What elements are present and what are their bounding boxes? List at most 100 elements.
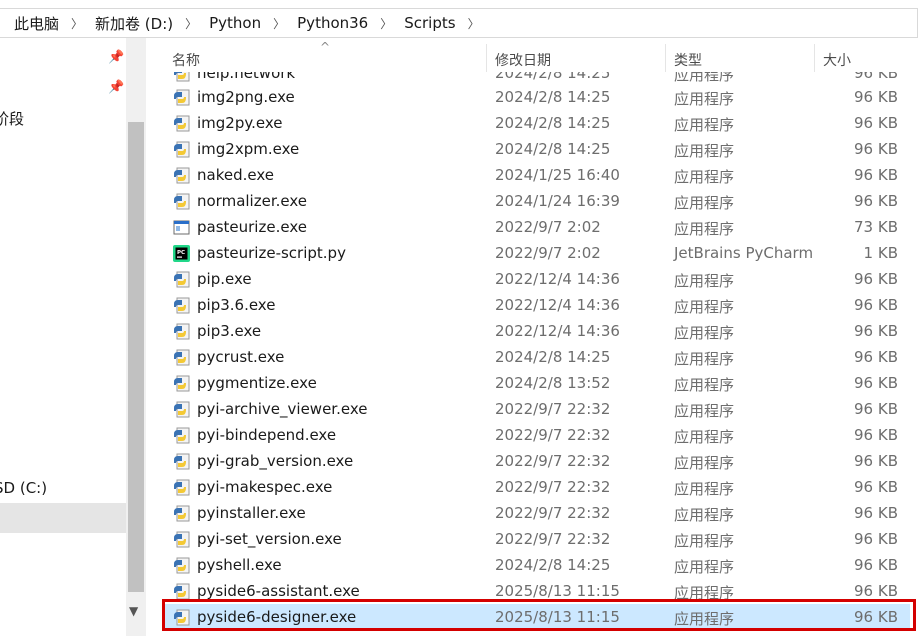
file-row-selected[interactable]: pyside6-designer.exe 2025/8/13 11:15 应用程序 9…	[164, 604, 910, 630]
file-row[interactable]: pyi-bindepend.exe 2022/9/7 22:32 应用程序 96 KB	[164, 422, 910, 448]
python-exe-icon	[173, 557, 190, 574]
file-type: 应用程序	[674, 584, 735, 602]
column-name[interactable]: 名称	[172, 50, 200, 70]
column-size[interactable]: 大小	[823, 50, 851, 70]
file-name: help.network	[197, 72, 296, 82]
file-size: 96 KB	[854, 530, 898, 548]
file-date: 2022/12/4 14:36	[495, 270, 620, 288]
file-row[interactable]: pyi-grab_version.exe 2022/9/7 22:32 应用程序 96…	[164, 448, 910, 474]
window-exe-icon	[173, 219, 190, 236]
file-size: 96 KB	[854, 582, 898, 600]
file-row[interactable]: pycrust.exe 2024/2/8 14:25 应用程序 96 KB	[164, 344, 910, 370]
column-header: ^ 名称 修改日期 类型 大小	[160, 40, 918, 72]
breadcrumb: 此电脑〉新加卷 (D:) 〉 Python 〉 Python36 〉 Scripts 〉	[0, 8, 918, 38]
file-row[interactable]: img2png.exe 2024/2/8 14:25 应用程序 96 KB	[164, 84, 910, 110]
file-row[interactable]: normalizer.exe 2024/1/24 16:39 应用程序 96 KB	[164, 188, 910, 214]
column-divider[interactable]	[486, 44, 487, 72]
file-type: 应用程序	[674, 220, 735, 238]
file-row[interactable]: img2py.exe 2024/2/8 14:25 应用程序 96 KB	[164, 110, 910, 136]
file-size: 96 KB	[854, 478, 898, 496]
column-divider[interactable]	[665, 44, 666, 72]
nav-scrollbar[interactable]: ▼	[126, 38, 146, 636]
file-type: 应用程序	[674, 168, 735, 186]
nav-scrollbar-thumb[interactable]	[128, 122, 144, 592]
file-row[interactable]: pyshell.exe 2024/2/8 14:25 应用程序 96 KB	[164, 552, 910, 578]
python-exe-icon	[173, 583, 190, 600]
file-type: 应用程序	[674, 90, 735, 108]
file-row[interactable]: pyside6-assistant.exe 2025/8/13 11:15 应用程序…	[164, 578, 910, 604]
file-size: 96 KB	[854, 296, 898, 314]
file-size: 96 KB	[854, 88, 898, 106]
python-exe-icon	[173, 297, 190, 314]
python-exe-icon	[173, 427, 190, 444]
file-date: 2022/9/7 22:32	[495, 504, 611, 522]
python-exe-icon	[173, 505, 190, 522]
file-list: help.network 2024/2/8 14:25 应用程序 96 KB img2p…	[164, 72, 918, 636]
file-date: 2024/2/8 14:25	[495, 140, 611, 158]
file-row[interactable]: pyi-set_version.exe 2022/9/7 22:32 应用程序 96 …	[164, 526, 910, 552]
file-row[interactable]: pyi-archive_viewer.exe 2022/9/7 22:32 应用程序…	[164, 396, 910, 422]
chevron-right-icon[interactable]: 〉	[458, 15, 490, 32]
pin-icon[interactable]: 📌	[108, 80, 124, 95]
file-type: 应用程序	[674, 324, 735, 342]
file-type: 应用程序	[674, 454, 735, 472]
breadcrumb-item[interactable]: Python36	[295, 14, 370, 32]
file-size: 96 KB	[854, 504, 898, 522]
chevron-right-icon[interactable]: 〉	[370, 15, 402, 32]
breadcrumb-item[interactable]: Python	[207, 14, 263, 32]
file-name: pyi-archive_viewer.exe	[197, 400, 368, 418]
file-type: 应用程序	[674, 532, 735, 550]
file-date: 2024/2/8 14:25	[495, 72, 611, 82]
breadcrumb-item[interactable]: Scripts	[402, 14, 457, 32]
file-name: pasteurize-script.py	[197, 244, 346, 262]
file-row[interactable]: pyinstaller.exe 2022/9/7 22:32 应用程序 96 KB	[164, 500, 910, 526]
file-row[interactable]: pasteurize.exe 2022/9/7 2:02 应用程序 73 KB	[164, 214, 910, 240]
python-exe-icon	[173, 453, 190, 470]
breadcrumb-item[interactable]: 新加卷 (D:)	[93, 13, 175, 34]
file-row[interactable]: img2xpm.exe 2024/2/8 14:25 应用程序 96 KB	[164, 136, 910, 162]
file-date: 2024/1/24 16:39	[495, 192, 620, 210]
file-date: 2024/2/8 14:25	[495, 556, 611, 574]
file-size: 96 KB	[854, 374, 898, 392]
file-size: 1 KB	[863, 244, 898, 262]
python-exe-icon	[173, 531, 190, 548]
column-divider[interactable]	[814, 44, 815, 72]
file-type: 应用程序	[674, 428, 735, 446]
pin-icon[interactable]: 📌	[108, 50, 124, 65]
file-name: pyi-makespec.exe	[197, 478, 333, 496]
column-date[interactable]: 修改日期	[495, 50, 551, 70]
file-name: img2xpm.exe	[197, 140, 300, 158]
chevron-right-icon[interactable]: 〉	[175, 15, 207, 32]
file-name: pyi-bindepend.exe	[197, 426, 337, 444]
python-exe-icon	[173, 271, 190, 288]
column-type[interactable]: 类型	[674, 50, 702, 70]
file-row[interactable]: pygmentize.exe 2024/2/8 13:52 应用程序 96 KB	[164, 370, 910, 396]
file-date: 2024/2/8 14:25	[495, 88, 611, 106]
chevron-right-icon[interactable]: 〉	[263, 15, 295, 32]
file-row[interactable]: pip3.exe 2022/12/4 14:36 应用程序 96 KB	[164, 318, 910, 344]
file-type: 应用程序	[674, 350, 735, 368]
file-row[interactable]: naked.exe 2024/1/25 16:40 应用程序 96 KB	[164, 162, 910, 188]
file-row[interactable]: pip.exe 2022/12/4 14:36 应用程序 96 KB	[164, 266, 910, 292]
python-exe-icon	[173, 323, 190, 340]
chevron-right-icon[interactable]: 〉	[61, 15, 93, 32]
file-size: 96 KB	[854, 114, 898, 132]
file-row[interactable]: PC pasteurize-script.py 2022/9/7 2:02 JetBr…	[164, 240, 910, 266]
breadcrumb-item[interactable]: 此电脑	[12, 13, 61, 34]
file-date: 2022/9/7 22:32	[495, 400, 611, 418]
scroll-down-arrow-icon[interactable]: ▼	[129, 604, 138, 618]
file-name: pyinstaller.exe	[197, 504, 306, 522]
python-exe-icon	[173, 609, 190, 626]
file-row[interactable]: pyi-makespec.exe 2022/9/7 22:32 应用程序 96 KB	[164, 474, 910, 500]
file-name: pip.exe	[197, 270, 252, 288]
nav-item-drive-c[interactable]: SD (C:)	[0, 479, 47, 497]
file-name: pip3.exe	[197, 322, 262, 340]
file-row[interactable]: pip3.6.exe 2022/12/4 14:36 应用程序 96 KB	[164, 292, 910, 318]
file-size: 73 KB	[854, 218, 898, 236]
file-name: img2png.exe	[197, 88, 295, 106]
file-name: pyside6-designer.exe	[197, 608, 357, 626]
nav-item-partial[interactable]: 阶段	[0, 108, 24, 129]
python-exe-icon	[173, 72, 190, 82]
nav-selected-item[interactable]	[0, 503, 126, 533]
file-type: 应用程序	[674, 194, 735, 212]
